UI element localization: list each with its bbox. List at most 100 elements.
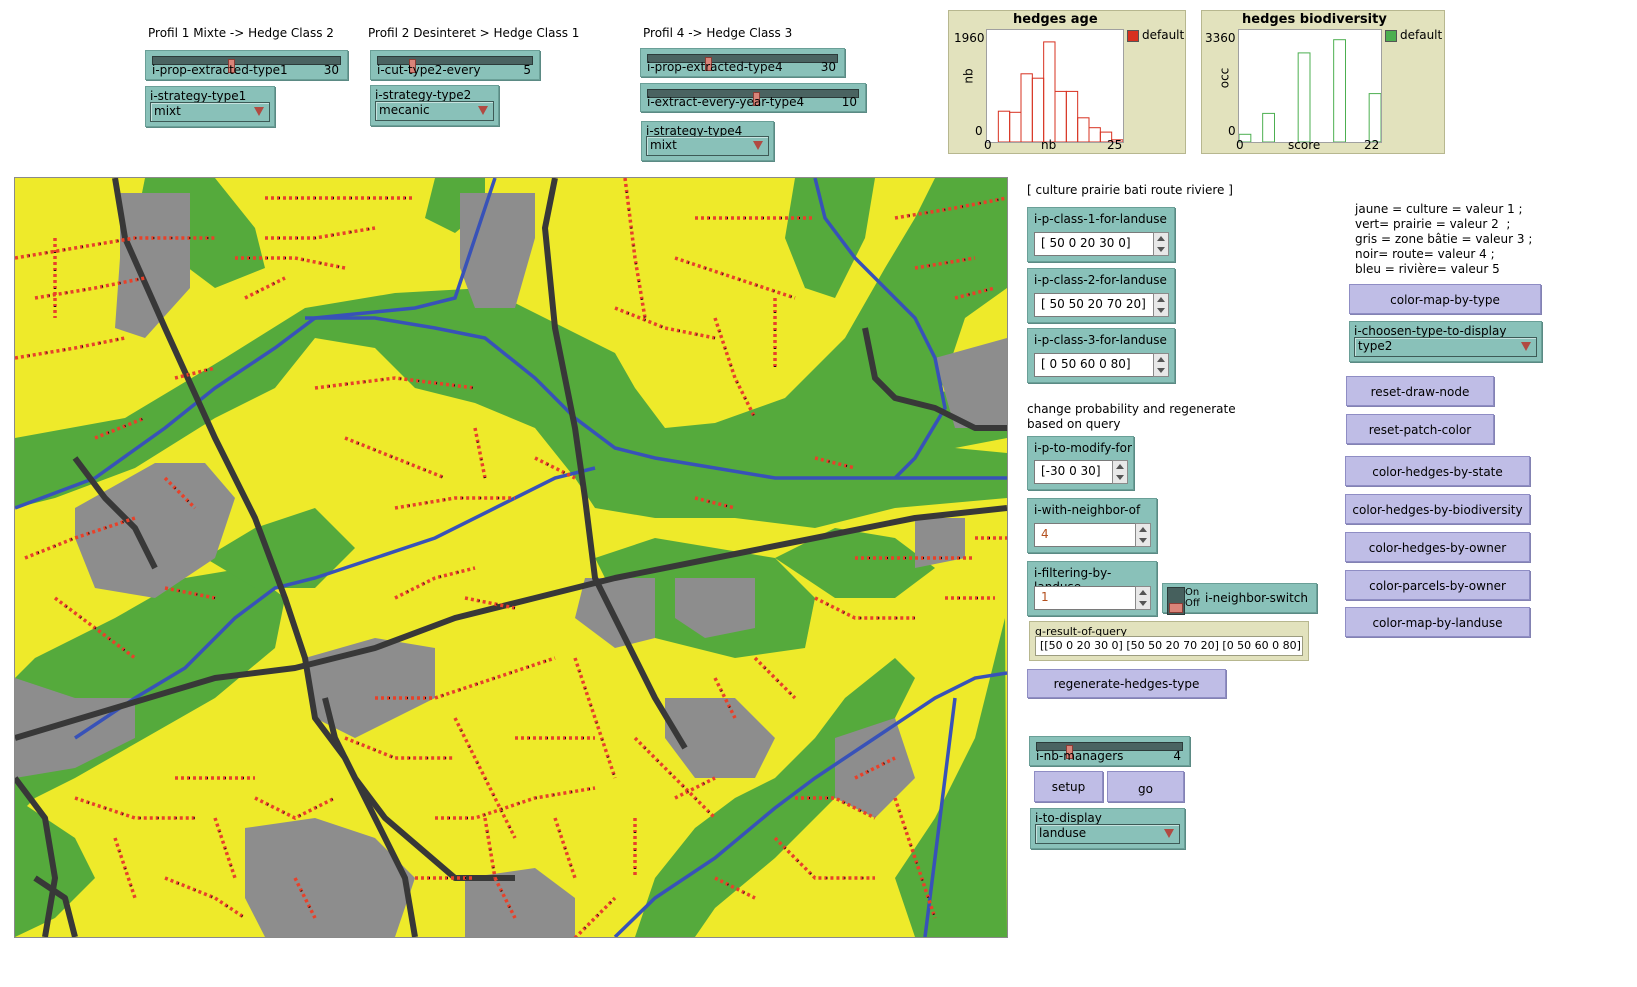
- button-label: color-map-by-type: [1390, 293, 1500, 307]
- profile-2-title: Profil 2 Desinteret > Hedge Class 1: [368, 26, 580, 40]
- landscape-map[interactable]: [15, 178, 1007, 937]
- legend-label: default: [1400, 28, 1443, 42]
- plot-ymin: 0: [975, 124, 983, 138]
- histogram-bar: [1077, 117, 1090, 143]
- p-class-3-input[interactable]: i-p-class-3-for-landuse [ 0 50 60 0 80]: [1027, 328, 1175, 383]
- spinner-icon[interactable]: [1153, 293, 1169, 317]
- histogram-bar: [1009, 111, 1022, 143]
- to-display-chooser[interactable]: i-to-display landuse: [1030, 808, 1185, 849]
- strategy-type1-chooser[interactable]: i-strategy-type1 mixt: [145, 86, 275, 127]
- chooser-label: i-strategy-type1: [150, 89, 247, 103]
- with-neighbor-of-input[interactable]: i-with-neighbor-of 4: [1027, 498, 1157, 553]
- button-label: color-map-by-landuse: [1372, 616, 1503, 630]
- switch-states: On Off: [1185, 587, 1200, 609]
- choosen-type-to-display-chooser[interactable]: i-choosen-type-to-display type2: [1349, 321, 1542, 362]
- spinner-icon[interactable]: [1153, 232, 1169, 256]
- button-label: regenerate-hedges-type: [1053, 677, 1200, 691]
- p-to-modify-input[interactable]: i-p-to-modify-for [-30 0 30]: [1027, 436, 1134, 490]
- slider-value: 10: [841, 95, 857, 109]
- input-label: i-p-class-2-for-landuse: [1034, 273, 1167, 287]
- spinner-icon[interactable]: [1112, 460, 1128, 484]
- plot-xmin: 0: [1236, 138, 1244, 152]
- input-value: 4: [1041, 527, 1049, 541]
- plot-xlabel: nb: [1041, 138, 1057, 152]
- profile-1-title: Profil 1 Mixte -> Hedge Class 2: [148, 26, 334, 40]
- color-map-by-landuse-button[interactable]: color-map-by-landuse: [1345, 607, 1530, 637]
- button-label: reset-draw-node: [1370, 385, 1470, 399]
- switch-on-label: On: [1185, 587, 1200, 598]
- reset-draw-node-button[interactable]: reset-draw-node: [1346, 376, 1494, 406]
- input-field[interactable]: [ 0 50 60 0 80]: [1034, 353, 1160, 377]
- input-field[interactable]: [ 50 0 20 30 0]: [1034, 232, 1160, 256]
- color-hedges-by-state-button[interactable]: color-hedges-by-state: [1345, 456, 1530, 486]
- histogram-bar: [1054, 90, 1067, 143]
- color-hedges-by-owner-button[interactable]: color-hedges-by-owner: [1345, 532, 1530, 562]
- extract-every-year-type4-slider[interactable]: i-extract-every-year-type4 10: [640, 83, 866, 112]
- input-field[interactable]: [-30 0 30]: [1034, 460, 1118, 484]
- go-button[interactable]: go: [1107, 771, 1184, 802]
- chooser-select[interactable]: type2: [1354, 337, 1537, 357]
- plot-area: [1238, 29, 1382, 143]
- monitor-value: [[50 0 20 30 0] [50 50 20 70 20] [0 50 6…: [1035, 636, 1303, 656]
- setup-button[interactable]: setup: [1034, 771, 1103, 802]
- switch-knob[interactable]: [1169, 603, 1183, 613]
- plot-area: [986, 29, 1124, 143]
- legend-swatch: [1385, 30, 1397, 42]
- plot-ymax: 3360: [1205, 31, 1236, 45]
- button-label: color-hedges-by-biodiversity: [1352, 503, 1523, 517]
- spinner-icon[interactable]: [1135, 523, 1151, 547]
- plot-title: hedges biodiversity: [1242, 12, 1387, 27]
- input-label: i-p-class-1-for-landuse: [1034, 212, 1167, 226]
- input-field[interactable]: [ 50 50 20 70 20]: [1034, 293, 1160, 317]
- cut-type2-every-slider[interactable]: i-cut-type2-every 5: [370, 50, 540, 80]
- chooser-select[interactable]: mixt: [150, 102, 270, 122]
- input-label: i-p-to-modify-for: [1034, 441, 1132, 455]
- button-label: go: [1138, 782, 1153, 796]
- nb-managers-slider[interactable]: i-nb-managers 4: [1029, 736, 1190, 766]
- chooser-select[interactable]: landuse: [1035, 824, 1180, 844]
- query-note: change probability and regenerate based …: [1027, 402, 1236, 431]
- plot-ymax: 1960: [954, 31, 985, 45]
- color-parcels-by-owner-button[interactable]: color-parcels-by-owner: [1345, 570, 1530, 600]
- slider-label: i-prop-extracted-type1: [152, 63, 288, 77]
- neighbor-switch[interactable]: On Off i-neighbor-switch: [1162, 583, 1317, 615]
- chooser-select[interactable]: mecanic: [375, 101, 494, 121]
- input-value: [ 0 50 60 0 80]: [1041, 357, 1131, 371]
- dropdown-arrow-icon: [254, 107, 264, 116]
- input-field[interactable]: 4: [1034, 523, 1142, 547]
- strategy-type2-chooser[interactable]: i-strategy-type2 mecanic: [370, 85, 499, 126]
- prop-extracted-type1-slider[interactable]: i-prop-extracted-type1 30: [145, 50, 348, 80]
- histogram-bar: [1297, 52, 1311, 143]
- chooser-select[interactable]: mixt: [646, 136, 769, 156]
- histogram-bar: [1065, 90, 1079, 143]
- legend-swatch: [1127, 30, 1139, 42]
- color-map-by-type-button[interactable]: color-map-by-type: [1349, 284, 1541, 314]
- profile-4-title: Profil 4 -> Hedge Class 3: [643, 26, 793, 40]
- p-class-2-input[interactable]: i-p-class-2-for-landuse [ 50 50 20 70 20…: [1027, 268, 1175, 323]
- regenerate-hedges-type-button[interactable]: regenerate-hedges-type: [1027, 669, 1226, 698]
- input-field[interactable]: 1: [1034, 586, 1142, 610]
- plot-ylabel: occ: [1217, 67, 1232, 89]
- strategy-type4-chooser[interactable]: i-strategy-type4 mixt: [641, 121, 774, 161]
- dropdown-arrow-icon: [753, 141, 763, 150]
- chooser-value: mecanic: [379, 103, 430, 117]
- plot-ylabel: nb: [961, 68, 976, 84]
- p-class-1-input[interactable]: i-p-class-1-for-landuse [ 50 0 20 30 0]: [1027, 207, 1175, 262]
- slider-value: 30: [820, 60, 836, 74]
- dropdown-arrow-icon: [1521, 342, 1531, 351]
- age-histogram: [997, 41, 1124, 143]
- button-label: reset-patch-color: [1368, 423, 1472, 437]
- reset-patch-color-button[interactable]: reset-patch-color: [1346, 414, 1494, 444]
- prop-extracted-type4-slider[interactable]: i-prop-extracted-type4 30: [640, 48, 845, 77]
- input-value: [ 50 50 20 70 20]: [1041, 297, 1146, 311]
- button-label: color-hedges-by-state: [1372, 465, 1503, 479]
- chooser-value: mixt: [154, 104, 181, 118]
- spinner-icon[interactable]: [1135, 586, 1151, 610]
- color-hedges-by-biodiversity-button[interactable]: color-hedges-by-biodiversity: [1345, 494, 1530, 524]
- filtering-by-landuse-input[interactable]: i-filtering-by-landuse 1: [1027, 561, 1157, 616]
- switch-toggle[interactable]: [1167, 587, 1185, 615]
- world-view[interactable]: [14, 177, 1008, 938]
- legend-label: default: [1142, 28, 1185, 42]
- plot-xmax: 22: [1364, 138, 1380, 152]
- spinner-icon[interactable]: [1153, 353, 1169, 377]
